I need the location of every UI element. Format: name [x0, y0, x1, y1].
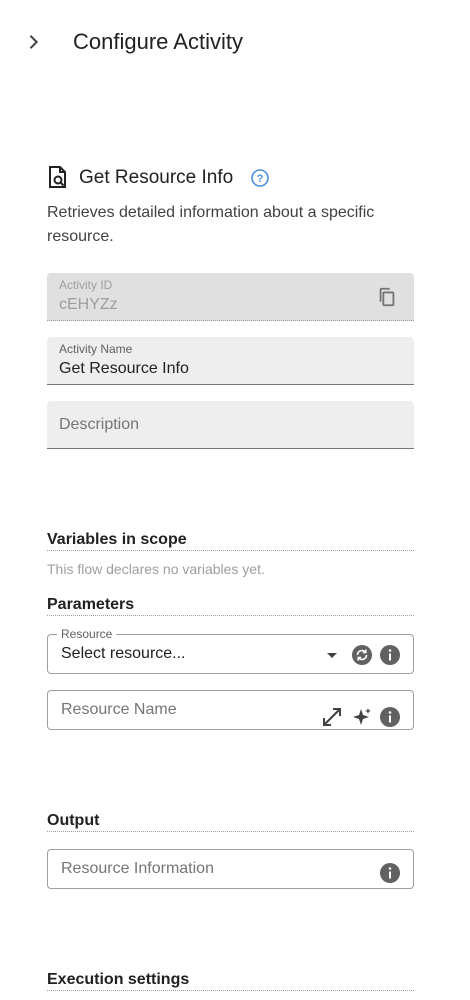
info-icon[interactable]	[379, 706, 401, 728]
dropdown-arrow-icon[interactable]	[321, 644, 343, 666]
activity-description: Retrieves detailed information about a s…	[47, 204, 375, 245]
activity-name-label: Activity Name	[59, 342, 133, 356]
description-placeholder: Description	[59, 416, 140, 433]
chevron-right-icon	[29, 35, 39, 49]
parameters-heading: Parameters	[47, 596, 414, 616]
help-circle-icon[interactable]: ?	[250, 168, 270, 188]
activity-name-field[interactable]: Activity Name Get Resource Info	[47, 337, 414, 385]
activity-id-field: Activity ID cEHYZz	[47, 273, 414, 321]
resource-information-field[interactable]: Resource Information	[47, 849, 414, 889]
activity-name-value: Get Resource Info	[59, 360, 189, 377]
resource-label: Resource	[57, 627, 117, 641]
refresh-icon[interactable]	[351, 644, 373, 666]
execution-settings-heading: Execution settings	[47, 971, 414, 991]
output-heading: Output	[47, 812, 414, 832]
resource-value: Select resource...	[61, 645, 186, 662]
resource-name-field[interactable]: Resource Name	[47, 690, 414, 730]
page-title: Configure Activity	[73, 29, 243, 54]
resource-information-placeholder: Resource Information	[61, 860, 214, 877]
resource-name-placeholder: Resource Name	[61, 701, 177, 718]
expand-icon[interactable]	[321, 706, 343, 728]
variables-heading: Variables in scope	[47, 531, 414, 551]
svg-text:?: ?	[257, 173, 264, 185]
activity-title: Get Resource Info	[79, 167, 234, 188]
copy-icon[interactable]	[376, 286, 398, 308]
activity-id-label: Activity ID	[59, 278, 113, 292]
description-field[interactable]: Description	[47, 401, 414, 449]
sparkle-icon[interactable]	[351, 706, 373, 728]
variables-empty-text: This flow declares no variables yet.	[47, 561, 265, 577]
info-icon[interactable]	[379, 644, 401, 666]
collapse-panel-button[interactable]	[20, 28, 48, 56]
resource-doc-icon	[49, 166, 66, 188]
activity-id-value: cEHYZz	[59, 296, 118, 313]
resource-select[interactable]: Resource Select resource...	[47, 627, 414, 674]
info-icon[interactable]	[379, 862, 401, 884]
